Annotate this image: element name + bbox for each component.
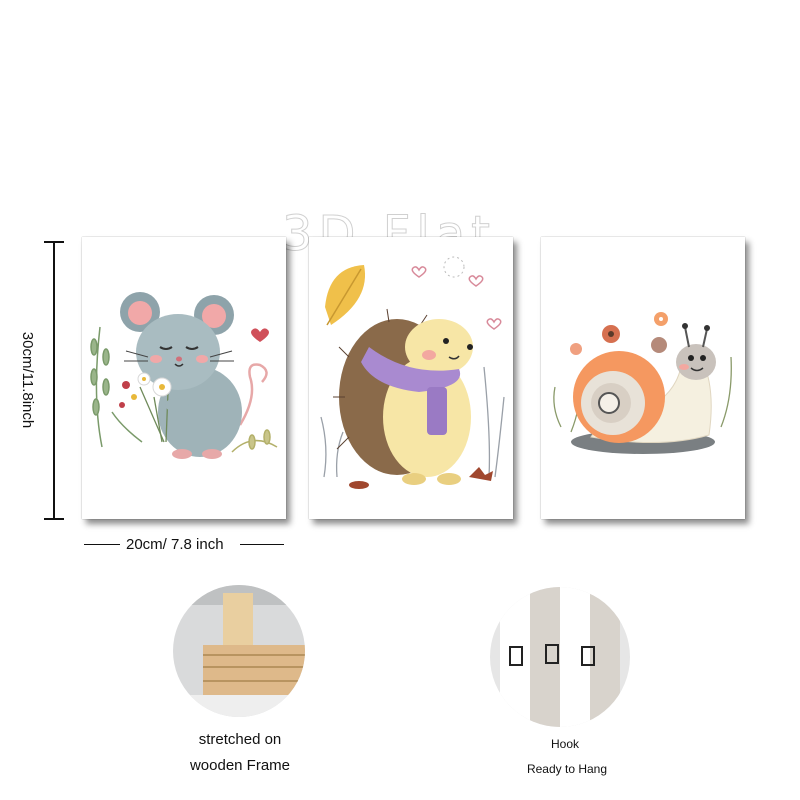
width-dimension-label: 20cm/ 7.8 inch	[126, 536, 224, 553]
width-line-left	[84, 544, 120, 545]
hook-photo	[490, 587, 630, 727]
canvas-panel-hedgehog	[309, 237, 513, 519]
height-dimension-line	[53, 242, 55, 520]
frame-caption-line1: stretched on	[198, 731, 282, 748]
hook-caption-line2: Ready to Hang	[526, 762, 608, 776]
canvas-panel-mouse	[82, 237, 286, 519]
frame-caption-line2: wooden Frame	[189, 757, 291, 774]
snail-illustration	[553, 312, 732, 454]
height-dimension-label: 30cm/11.8inch	[19, 331, 36, 429]
canvas-panel-snail	[541, 237, 745, 519]
hook-caption-line1: Hook	[550, 737, 579, 751]
width-line-right	[240, 544, 284, 545]
hedgehog-illustration	[320, 256, 505, 489]
mouse-illustration	[90, 292, 278, 459]
wooden-frame-photo	[173, 585, 305, 717]
height-bottom-cap	[44, 518, 64, 520]
